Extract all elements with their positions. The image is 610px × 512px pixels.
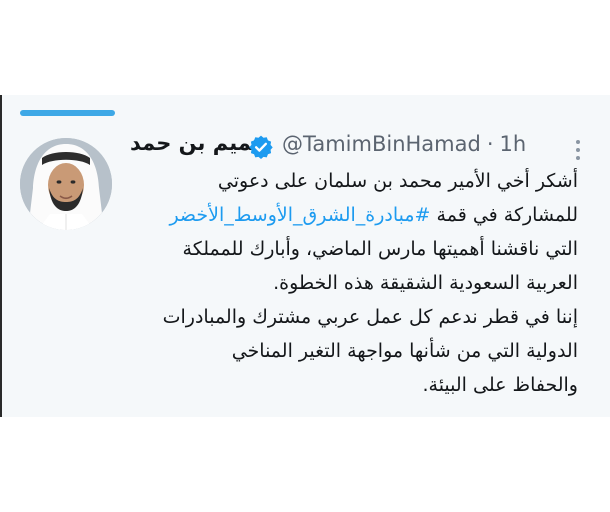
tweet-line: العربية السعودية الشقيقة هذه الخطوة. — [273, 272, 578, 294]
tweet-line: الدولية التي من شأنها مواجهة التغير المن… — [231, 340, 578, 362]
tweet-time[interactable]: 1h — [500, 132, 527, 156]
hashtag-link[interactable]: #مبادرة_الشرق_الأوسط_الأخضر — [169, 204, 430, 226]
card-left-border — [0, 95, 2, 417]
separator-dot: · — [486, 132, 494, 156]
active-tab-indicator — [20, 110, 115, 116]
tweet-header: تميم بن حمد @TamimBinHamad · 1h — [130, 128, 590, 168]
tweet-line: أشكر أخي الأمير محمد بن سلمان على دعوتي — [217, 170, 578, 192]
author-name[interactable]: تميم بن حمد — [130, 131, 260, 155]
tweet-line-prefix: للمشاركة في قمة — [430, 204, 578, 226]
more-vertical-icon[interactable] — [572, 138, 584, 162]
author-handle[interactable]: @TamimBinHamad — [282, 132, 481, 156]
page-top-margin — [0, 0, 610, 95]
verified-badge-icon — [249, 135, 273, 160]
tweet-line: والحفاظ على البيئة. — [422, 374, 578, 396]
profile-photo — [20, 138, 112, 230]
author-handle-and-time: @TamimBinHamad · 1h — [282, 132, 526, 156]
tweet-line: للمشاركة في قمة #مبادرة_الشرق_الأوسط_الأ… — [118, 198, 578, 232]
avatar[interactable] — [20, 138, 112, 230]
tweet-text: أشكر أخي الأمير محمد بن سلمان على دعوتي … — [118, 164, 578, 402]
tweet-line: إننا في قطر ندعم كل عمل عربي مشترك والمب… — [162, 306, 578, 328]
tweet-line: التي ناقشنا أهميتها مارس الماضي، وأبارك … — [182, 238, 578, 260]
